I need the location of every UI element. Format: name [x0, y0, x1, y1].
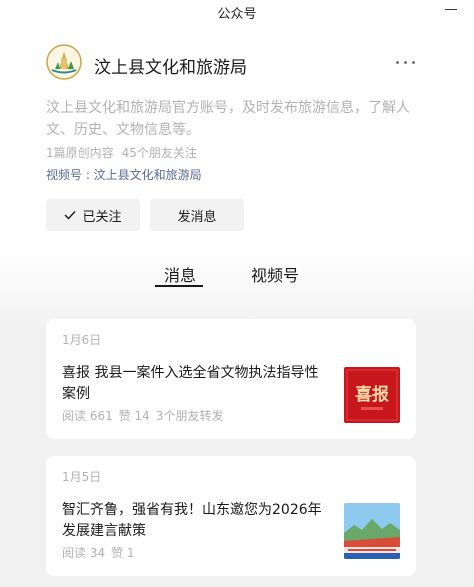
article-date: 1月6日 [62, 333, 102, 347]
followed-button[interactable]: 已关注 [46, 199, 140, 231]
article-reads: 阅读 661 [62, 409, 113, 423]
article-meta: 阅读 661 赞 14 3个朋友转发 [62, 407, 223, 424]
message-label: 发消息 [177, 209, 217, 225]
article-thumbnail[interactable]: 喜报 [344, 367, 400, 423]
tab-messages[interactable]: 消息 [164, 262, 196, 286]
account-avatar[interactable] [46, 44, 82, 80]
good-news-thumbnail-image: 喜报 [344, 367, 400, 423]
article-date: 1月5日 [62, 470, 102, 484]
check-icon [64, 211, 76, 220]
article-title[interactable]: 喜报 我县一案件入选全省文物执法指导性案例 [62, 363, 328, 405]
article-card[interactable]: 1月6日 喜报 我县一案件入选全省文物执法指导性案例 阅读 661 赞 14 3个朋… [46, 319, 416, 439]
channel-link[interactable]: 视频号 : 汶上县文化和旅游局 [46, 166, 202, 183]
article-likes: 赞 14 [118, 409, 150, 423]
original-count: 1篇原创内容 [46, 146, 114, 160]
article-card[interactable]: 1月5日 智汇齐鲁，强省有我！山东邀您为2026年发展建言献策 阅读 34 赞 1 [46, 456, 416, 576]
send-message-button[interactable]: 发消息 [150, 199, 244, 231]
avatar-logo-icon [46, 44, 82, 80]
account-description: 汶上县文化和旅游局官方账号，及时发布旅游信息，了解人文、历史、文物信息等。 [46, 100, 410, 138]
friends-following: 45个朋友关注 [121, 146, 197, 160]
active-tab-indicator [155, 285, 203, 287]
minimize-icon[interactable] [444, 4, 458, 18]
thumbnail-text: 喜报 [355, 384, 389, 405]
landscape-thumbnail-image [344, 503, 400, 559]
article-thumbnail[interactable] [344, 503, 400, 559]
title-bar: 公众号 [0, 0, 474, 24]
account-stats: 1篇原创内容 45个朋友关注 [46, 144, 197, 161]
article-shares: 3个朋友转发 [155, 409, 224, 423]
account-name: 汶上县文化和旅游局 [94, 58, 247, 78]
tab-channels[interactable]: 视频号 [251, 262, 299, 286]
article-likes: 赞 1 [111, 546, 135, 560]
followed-label: 已关注 [82, 209, 122, 225]
article-meta: 阅读 34 赞 1 [62, 544, 135, 561]
article-title[interactable]: 智汇齐鲁，强省有我！山东邀您为2026年发展建言献策 [62, 500, 328, 542]
article-reads: 阅读 34 [62, 546, 106, 560]
tab-bar: 消息 视频号 [0, 262, 474, 288]
window-title: 公众号 [217, 7, 257, 22]
more-icon[interactable] [394, 50, 418, 74]
